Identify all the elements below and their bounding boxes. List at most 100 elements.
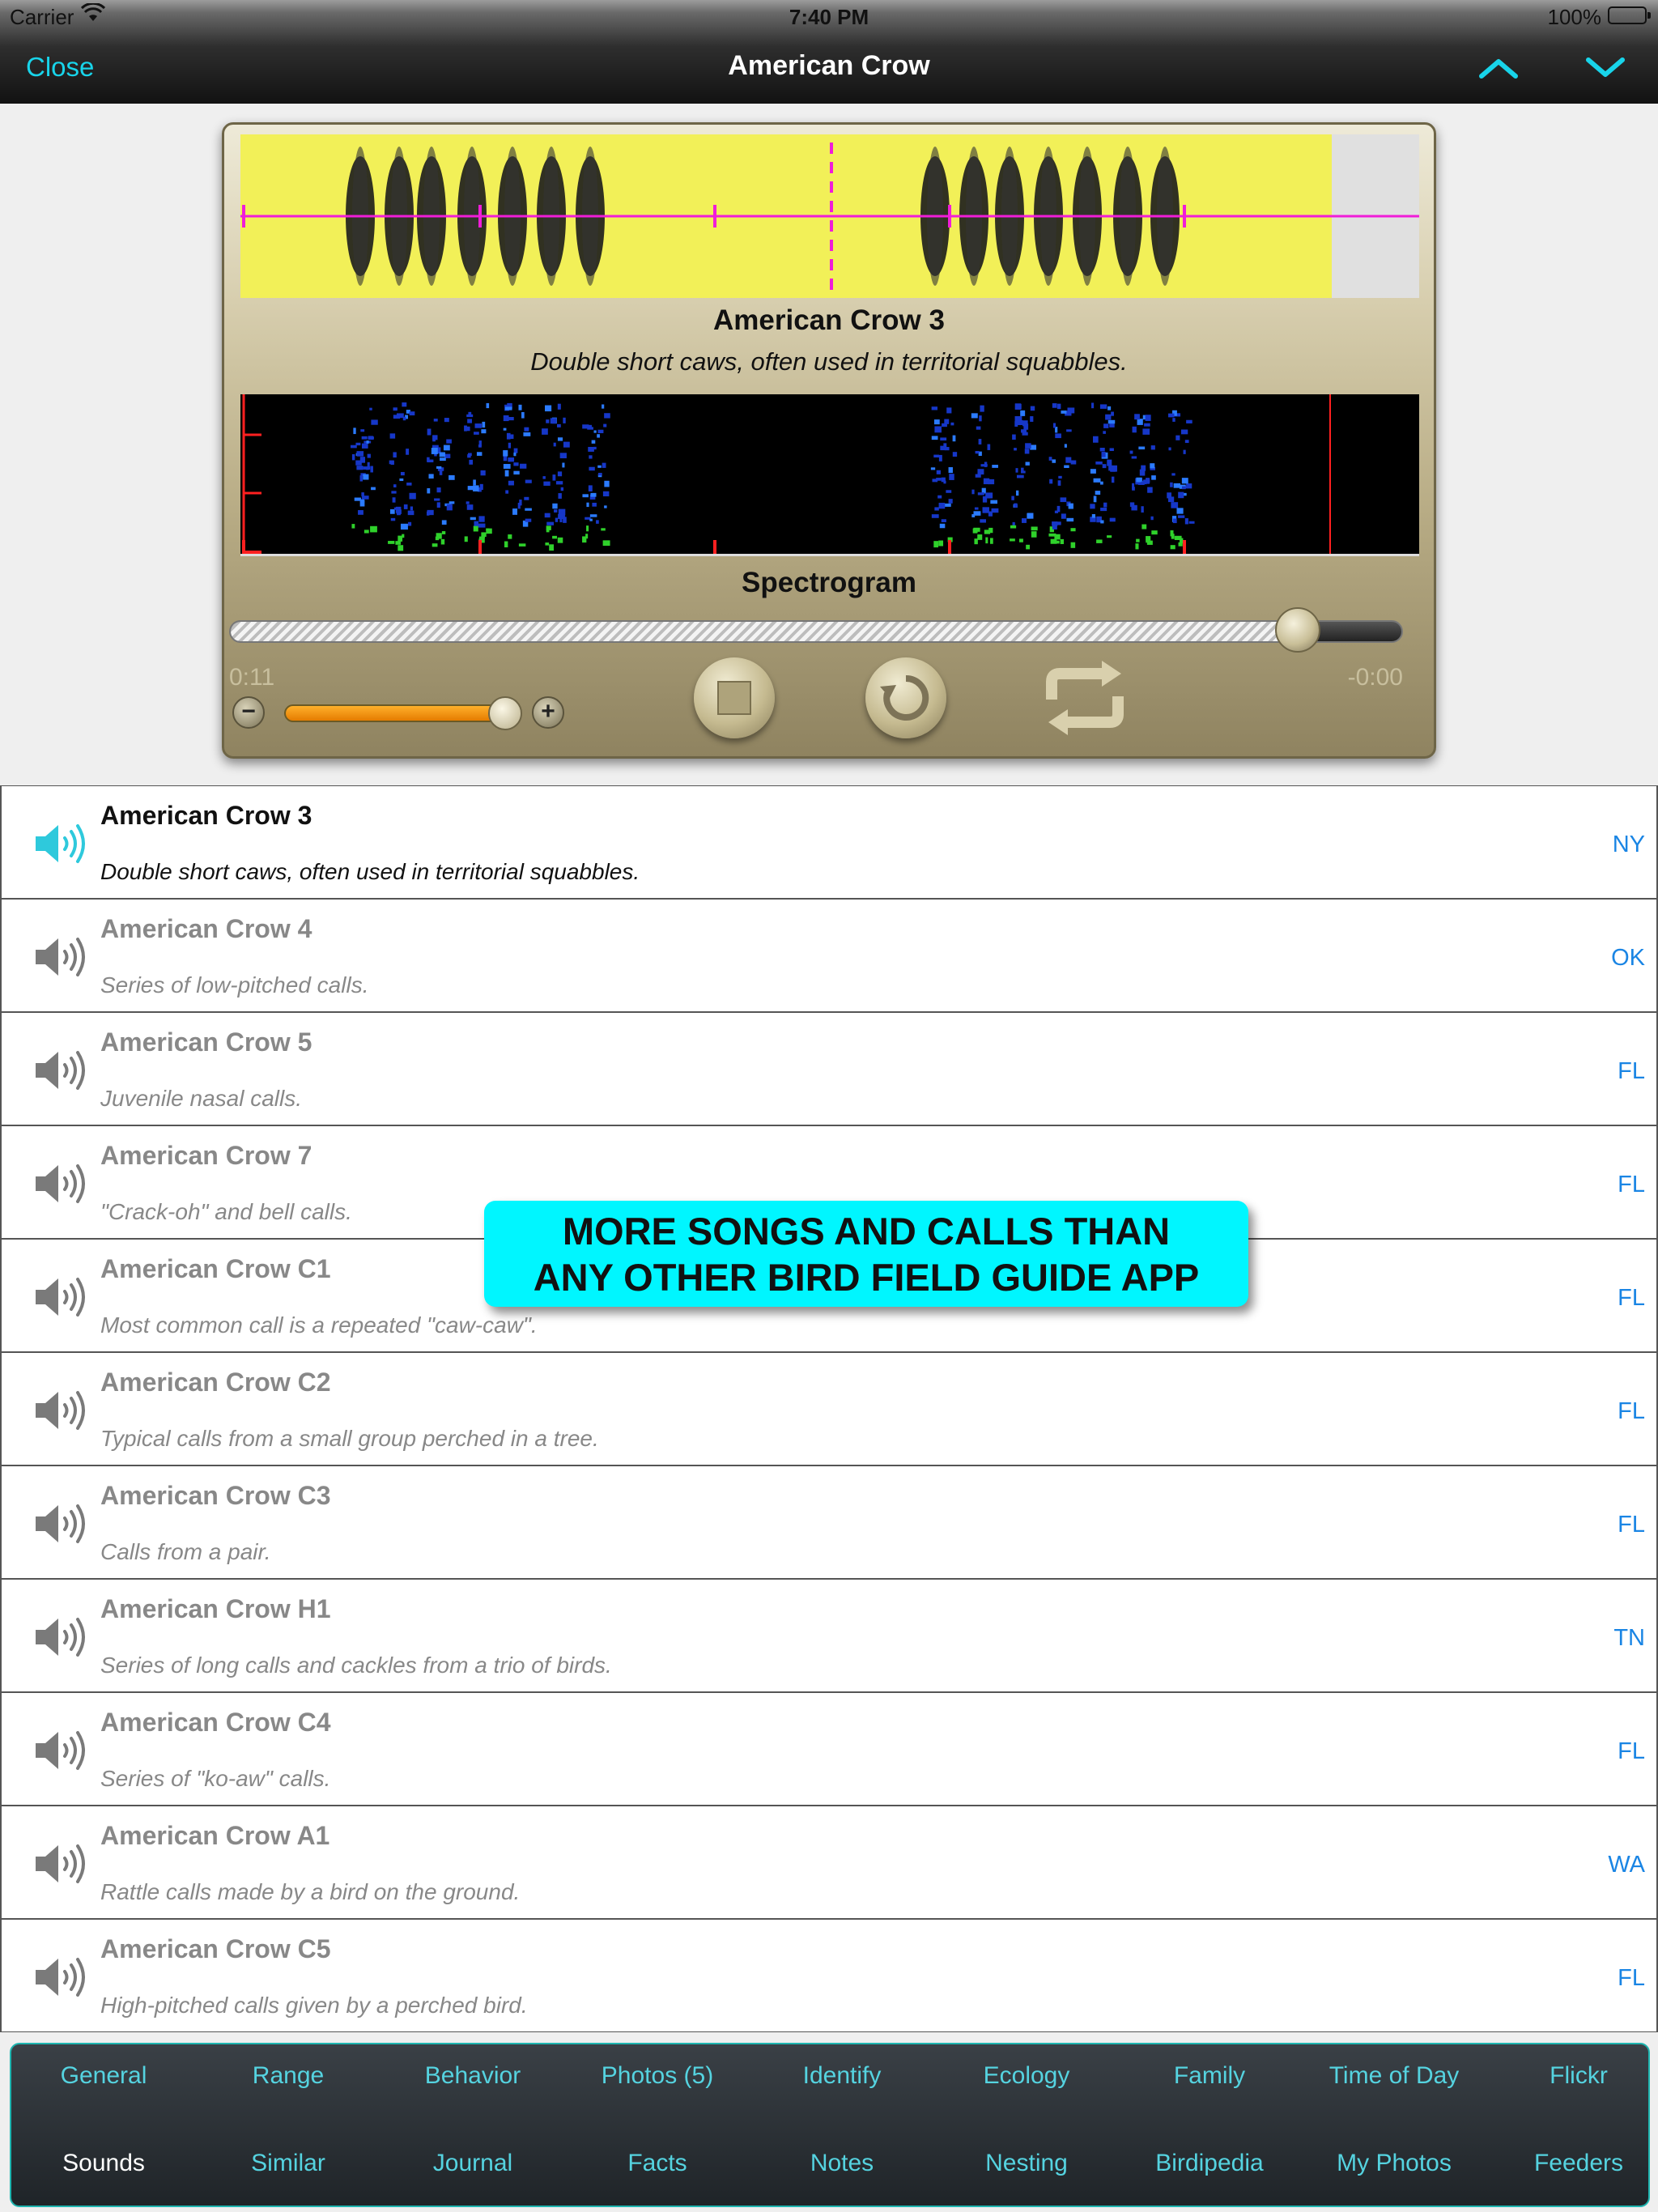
tab-nesting[interactable]: Nesting <box>937 2150 1116 2177</box>
recording-title: American Crow C1 <box>100 1254 331 1283</box>
recording-row[interactable]: American Crow 3 Double short caws, often … <box>0 785 1658 899</box>
loop-icon[interactable] <box>1037 657 1133 738</box>
recording-location: FL <box>1618 1512 1645 1538</box>
recording-description: Double short caws, often used in territo… <box>530 347 1128 376</box>
volume-down-icon[interactable]: − <box>232 696 265 729</box>
tab-facts[interactable]: Facts <box>568 2150 746 2177</box>
recording-location: TN <box>1613 1625 1645 1651</box>
recording-row[interactable]: American Crow C3 Calls from a pair. FL <box>0 1465 1658 1579</box>
tab-sounds[interactable]: Sounds <box>15 2150 193 2177</box>
recording-description: Most common call is a repeated "caw-caw"… <box>100 1312 538 1338</box>
recording-description: High-pitched calls given by a perched bi… <box>100 1993 528 2018</box>
recording-title: American Crow 5 <box>100 1027 312 1057</box>
recording-description: Double short caws, often used in territo… <box>100 859 640 884</box>
tab-identify[interactable]: Identify <box>753 2062 931 2090</box>
recording-title: American Crow A1 <box>100 1821 330 1850</box>
tab-family[interactable]: Family <box>1120 2062 1299 2090</box>
speaker-icon[interactable] <box>32 1162 89 1206</box>
recording-location: FL <box>1618 1398 1645 1424</box>
recording-title: American Crow 3 <box>100 801 312 830</box>
chevron-down-icon[interactable] <box>1585 55 1626 79</box>
recording-description: Rattle calls made by a bird on the groun… <box>100 1879 521 1904</box>
speaker-icon[interactable] <box>32 1389 89 1432</box>
promo-line-1: MORE SONGS AND CALLS THAN <box>562 1210 1171 1253</box>
recording-location: OK <box>1611 945 1645 971</box>
recording-title: American Crow 7 <box>100 1141 312 1170</box>
top-bar: Carrier 7:40 PM 100% Close American Crow <box>0 0 1658 104</box>
replay-button[interactable] <box>865 657 946 738</box>
elapsed-time: 0:11 <box>229 664 275 691</box>
recording-description: Series of long calls and cackles from a … <box>100 1653 612 1678</box>
tab-journal[interactable]: Journal <box>384 2150 562 2177</box>
recording-location: FL <box>1618 1285 1645 1311</box>
speaker-icon[interactable] <box>32 1955 89 1999</box>
recording-location: NY <box>1612 832 1645 857</box>
battery-percent: 100% <box>1547 5 1602 29</box>
tab-behavior[interactable]: Behavior <box>384 2062 562 2090</box>
seek-handle[interactable] <box>1274 607 1320 653</box>
tab-time-of-day[interactable]: Time of Day <box>1305 2062 1483 2090</box>
tab-photos-5[interactable]: Photos (5) <box>568 2062 746 2090</box>
recording-description: Typical calls from a small group perched… <box>100 1426 599 1451</box>
tab-range[interactable]: Range <box>199 2062 377 2090</box>
recording-title: American Crow 3 <box>713 304 945 336</box>
promo-line-2: ANY OTHER BIRD FIELD GUIDE APP <box>533 1256 1200 1299</box>
page-title: American Crow <box>728 50 930 81</box>
tab-similar[interactable]: Similar <box>199 2150 377 2177</box>
recording-title: American Crow H1 <box>100 1594 331 1623</box>
tab-ecology[interactable]: Ecology <box>937 2062 1116 2090</box>
spectrogram-label: Spectrogram <box>742 567 916 598</box>
promo-banner: MORE SONGS AND CALLS THAN ANY OTHER BIRD… <box>484 1201 1248 1307</box>
recording-row[interactable]: American Crow C5 High-pitched calls given… <box>0 1919 1658 2032</box>
replay-icon <box>880 674 929 721</box>
recording-location: FL <box>1618 1172 1645 1197</box>
recording-location: FL <box>1618 1738 1645 1764</box>
waveform[interactable] <box>240 134 1419 298</box>
recording-title: American Crow 4 <box>100 914 312 943</box>
speaker-icon[interactable] <box>32 1502 89 1546</box>
speaker-icon[interactable] <box>32 1615 89 1659</box>
volume-up-icon[interactable]: + <box>532 696 564 729</box>
speaker-icon[interactable] <box>32 935 89 979</box>
battery-icon <box>1608 6 1651 24</box>
tab-feeders[interactable]: Feeders <box>1490 2150 1658 2177</box>
recording-location: FL <box>1618 1058 1645 1084</box>
recordings-list: American Crow 3 Double short caws, often … <box>0 785 1658 2032</box>
speaker-icon[interactable] <box>32 1729 89 1772</box>
recording-row[interactable]: American Crow C2 Typical calls from a sma… <box>0 1352 1658 1465</box>
audio-player: American Crow 3 Double short caws, often… <box>222 122 1436 759</box>
speaker-icon[interactable] <box>32 822 89 866</box>
tab-general[interactable]: General <box>15 2062 193 2090</box>
volume-handle[interactable] <box>488 696 522 730</box>
speaker-icon[interactable] <box>32 1049 89 1092</box>
recording-description: Series of "ko-aw" calls. <box>100 1766 331 1791</box>
speaker-icon[interactable] <box>32 1842 89 1886</box>
recording-description: Calls from a pair. <box>100 1539 271 1564</box>
recording-location: FL <box>1618 1965 1645 1991</box>
recording-description: Series of low-pitched calls. <box>100 972 369 998</box>
tab-notes[interactable]: Notes <box>753 2150 931 2177</box>
chevron-up-icon[interactable] <box>1478 55 1519 79</box>
recording-description: Juvenile nasal calls. <box>100 1086 303 1111</box>
recording-row[interactable]: American Crow C4 Series of "ko-aw" calls.… <box>0 1692 1658 1806</box>
tab-flickr[interactable]: Flickr <box>1490 2062 1658 2090</box>
tab-birdipedia[interactable]: Birdipedia <box>1120 2150 1299 2177</box>
seek-bar[interactable] <box>229 620 1403 643</box>
recording-row[interactable]: American Crow H1 Series of long calls and… <box>0 1579 1658 1692</box>
speaker-icon[interactable] <box>32 1275 89 1319</box>
recording-location: WA <box>1608 1852 1645 1878</box>
recording-title: American Crow C3 <box>100 1481 331 1510</box>
recording-row[interactable]: American Crow 4 Series of low-pitched cal… <box>0 899 1658 1012</box>
volume-slider[interactable] <box>284 704 511 722</box>
section-tabs: General Range Behavior Photos (5) Identify Ec… <box>10 2043 1650 2207</box>
remaining-time: -0:00 <box>1347 664 1403 691</box>
recording-row[interactable]: American Crow A1 Rattle calls made by a b… <box>0 1806 1658 1919</box>
recording-description: "Crack-oh" and bell calls. <box>100 1199 352 1224</box>
recording-title: American Crow C4 <box>100 1708 331 1737</box>
status-time: 7:40 PM <box>789 5 869 29</box>
recording-row[interactable]: American Crow 5 Juvenile nasal calls. FL <box>0 1012 1658 1125</box>
spectrogram-graphic <box>242 394 1331 554</box>
tab-my-photos[interactable]: My Photos <box>1305 2150 1483 2177</box>
spectrogram[interactable] <box>240 394 1419 556</box>
stop-button[interactable] <box>694 657 775 738</box>
